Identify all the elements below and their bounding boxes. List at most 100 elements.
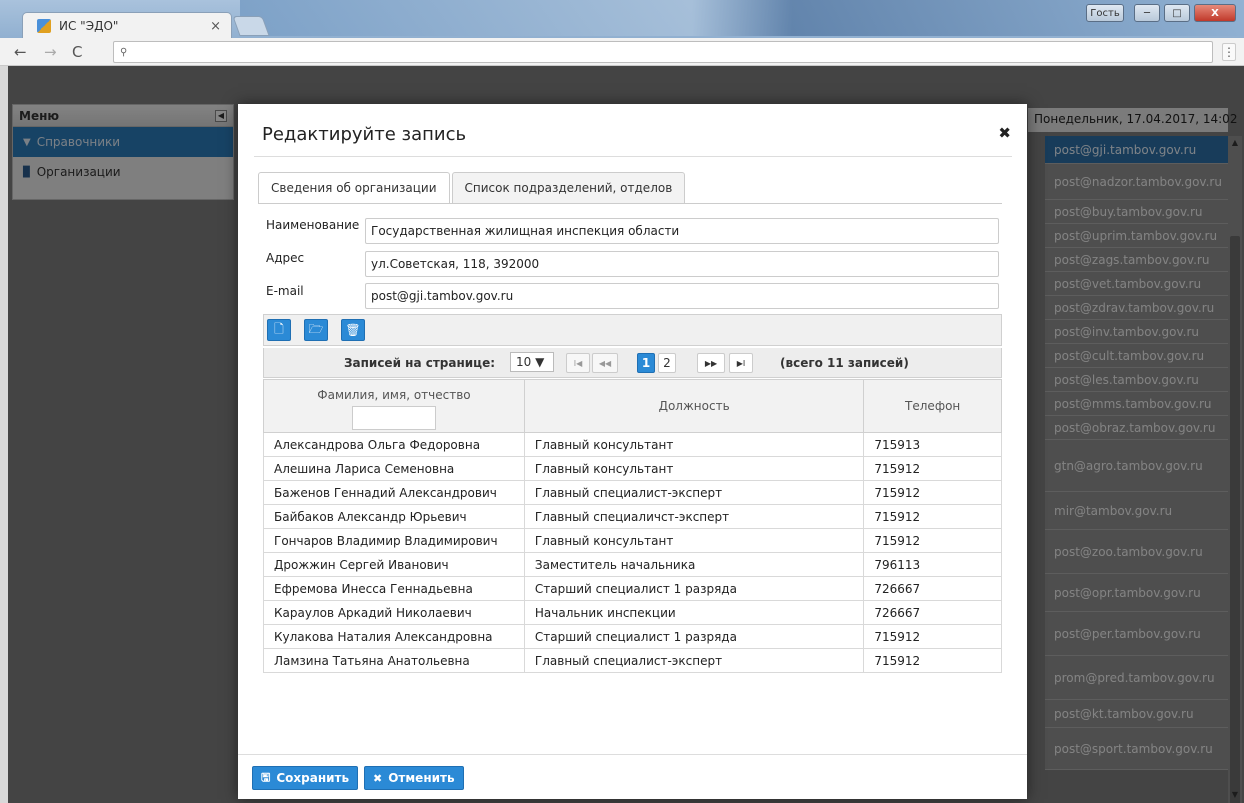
cell-phone: 715912 [863, 456, 1002, 481]
save-label: Сохранить [276, 771, 350, 785]
cell-phone: 715912 [863, 648, 1002, 673]
cell-position: Главный консультант [523, 528, 865, 553]
email-label: E-mail [266, 284, 304, 298]
cell-position: Старший специалист 1 разряда [523, 576, 865, 601]
trash-icon: 🗑 [345, 323, 361, 337]
save-button[interactable]: 🖫 Сохранить [252, 766, 359, 790]
tab-organization-info[interactable]: Сведения об организации [258, 172, 450, 204]
cell-position: Старший специалист 1 разряда [523, 624, 865, 649]
browser-menu-button[interactable]: ⋮ [1222, 43, 1236, 61]
table-row[interactable]: Дрожжин Сергей Иванович Заместитель начал… [263, 552, 1002, 577]
table-row[interactable]: Баженов Геннадий Александрович Главный сп… [263, 480, 1002, 505]
close-icon[interactable]: ✖ [998, 124, 1011, 142]
cell-name: Кулакова Наталия Александровна [263, 624, 525, 649]
reload-icon[interactable]: C [72, 43, 82, 61]
browser-tab[interactable]: ИС "ЭДО" × [22, 12, 232, 39]
cell-name: Баженов Геннадий Александрович [263, 480, 525, 505]
cell-name: Ефремова Инесса Геннадьевна [263, 576, 525, 601]
cell-phone: 715912 [863, 624, 1002, 649]
tabs-underline [258, 203, 1002, 204]
cell-position: Начальник инспекции [523, 600, 865, 625]
email-field-row: E-mail [266, 284, 366, 298]
cell-position: Главный специалист-эксперт [523, 480, 865, 505]
cell-phone: 715912 [863, 480, 1002, 505]
dialog-tabs: Сведения об организации Список подраздел… [258, 172, 686, 204]
cancel-icon: ✖ [373, 771, 383, 785]
table-row[interactable]: Кулакова Наталия Александровна Старший сп… [263, 624, 1002, 649]
search-icon: ⚲ [120, 46, 128, 58]
email-field[interactable]: post@gji.tambov.gov.ru [365, 283, 999, 309]
cell-phone: 796113 [863, 552, 1002, 577]
cell-phone: 715912 [863, 528, 1002, 553]
address-field[interactable]: ул.Советская, 118, 392000 [365, 251, 999, 277]
address-label: Адрес [266, 251, 305, 265]
per-page-label: Записей на странице: [344, 356, 496, 370]
browser-toolbar: ← → C ⚲ ⋮ [0, 38, 1244, 66]
name-label: Наименование [266, 218, 360, 232]
close-window-button[interactable]: X [1194, 4, 1236, 22]
last-page-button[interactable]: ▶I [729, 353, 753, 373]
table-row[interactable]: Ефремова Инесса Геннадьевна Старший специ… [263, 576, 1002, 601]
name-filter-input[interactable] [351, 406, 436, 430]
divider [254, 156, 1012, 157]
guest-profile-button[interactable]: Гость [1086, 4, 1124, 22]
forward-icon[interactable]: → [44, 43, 57, 61]
new-file-icon: 🗋 [274, 321, 284, 336]
cell-name: Алешина Лариса Семеновна [263, 456, 525, 481]
cell-position: Главный консультант [523, 432, 865, 457]
cell-phone: 726667 [863, 576, 1002, 601]
next-page-button[interactable]: ▶▶ [697, 353, 725, 373]
maximize-button[interactable]: □ [1164, 4, 1190, 22]
staff-table: Фамилия, имя, отчество Должность Телефон… [263, 379, 1002, 673]
new-record-button[interactable]: 🗋 [267, 319, 291, 341]
cancel-button[interactable]: ✖ Отменить [364, 766, 464, 790]
per-page-select[interactable]: 10 ▼ [510, 352, 554, 372]
column-header-label: Фамилия, имя, отчество [317, 388, 471, 402]
address-bar[interactable]: ⚲ [113, 41, 1213, 63]
cancel-label: Отменить [388, 771, 455, 785]
window-controls: Гость ─ □ X [1086, 4, 1236, 22]
table-row[interactable]: Гончаров Владимир Владимирович Главный ко… [263, 528, 1002, 553]
table-row[interactable]: Караулов Аркадий Николаевич Начальник инс… [263, 600, 1002, 625]
column-header-position[interactable]: Должность [523, 379, 865, 433]
cell-name: Дрожжин Сергей Иванович [263, 552, 525, 577]
cell-position: Заместитель начальника [523, 552, 865, 577]
total-records: (всего 11 записей) [780, 356, 909, 370]
first-page-button[interactable]: I◀ [566, 353, 590, 373]
table-row[interactable]: Алешина Лариса Семеновна Главный консульт… [263, 456, 1002, 481]
tab-departments-list[interactable]: Список подразделений, отделов [451, 172, 686, 204]
address-field-row: Адрес [266, 251, 366, 265]
grid-toolbar: 🗋 🗁 🗑 [263, 314, 1002, 346]
cell-position: Главный специалист-эксперт [523, 648, 865, 673]
folder-open-icon: 🗁 [308, 321, 324, 336]
cell-name: Байбаков Александр Юрьевич [263, 504, 525, 529]
cell-name: Ламзина Татьяна Анатольевна [263, 648, 525, 673]
cell-name: Гончаров Владимир Владимирович [263, 528, 525, 553]
page-1-button[interactable]: 1 [637, 353, 655, 373]
cell-phone: 715912 [863, 504, 1002, 529]
open-record-button[interactable]: 🗁 [304, 319, 328, 341]
tab-title: ИС "ЭДО" [59, 19, 119, 33]
cell-name: Александрова Ольга Федоровна [263, 432, 525, 457]
minimize-button[interactable]: ─ [1134, 4, 1160, 22]
favicon-icon [37, 19, 51, 33]
table-row[interactable]: Байбаков Александр Юрьевич Главный специа… [263, 504, 1002, 529]
delete-record-button[interactable]: 🗑 [341, 319, 365, 341]
dialog-footer [238, 754, 1027, 755]
cell-phone: 726667 [863, 600, 1002, 625]
cell-phone: 715913 [863, 432, 1002, 457]
table-row[interactable]: Ламзина Татьяна Анатольевна Главный специ… [263, 648, 1002, 673]
cell-position: Главный консультант [523, 456, 865, 481]
floppy-icon: 🖫 [261, 770, 271, 784]
dialog-title: Редактируйте запись [262, 124, 467, 145]
name-field[interactable]: Государственная жилищная инспекция облас… [365, 218, 999, 244]
page-2-button[interactable]: 2 [658, 353, 676, 373]
tab-close-icon[interactable]: × [210, 19, 221, 34]
prev-page-button[interactable]: ◀◀ [592, 353, 618, 373]
column-header-name[interactable]: Фамилия, имя, отчество [263, 379, 525, 433]
column-header-phone[interactable]: Телефон [863, 379, 1002, 433]
table-row[interactable]: Александрова Ольга Федоровна Главный конс… [263, 432, 1002, 457]
pager: Записей на странице: 10 ▼ I◀ ◀◀ 1 2 ▶▶ ▶… [263, 348, 1002, 378]
back-icon[interactable]: ← [14, 43, 27, 61]
cell-name: Караулов Аркадий Николаевич [263, 600, 525, 625]
